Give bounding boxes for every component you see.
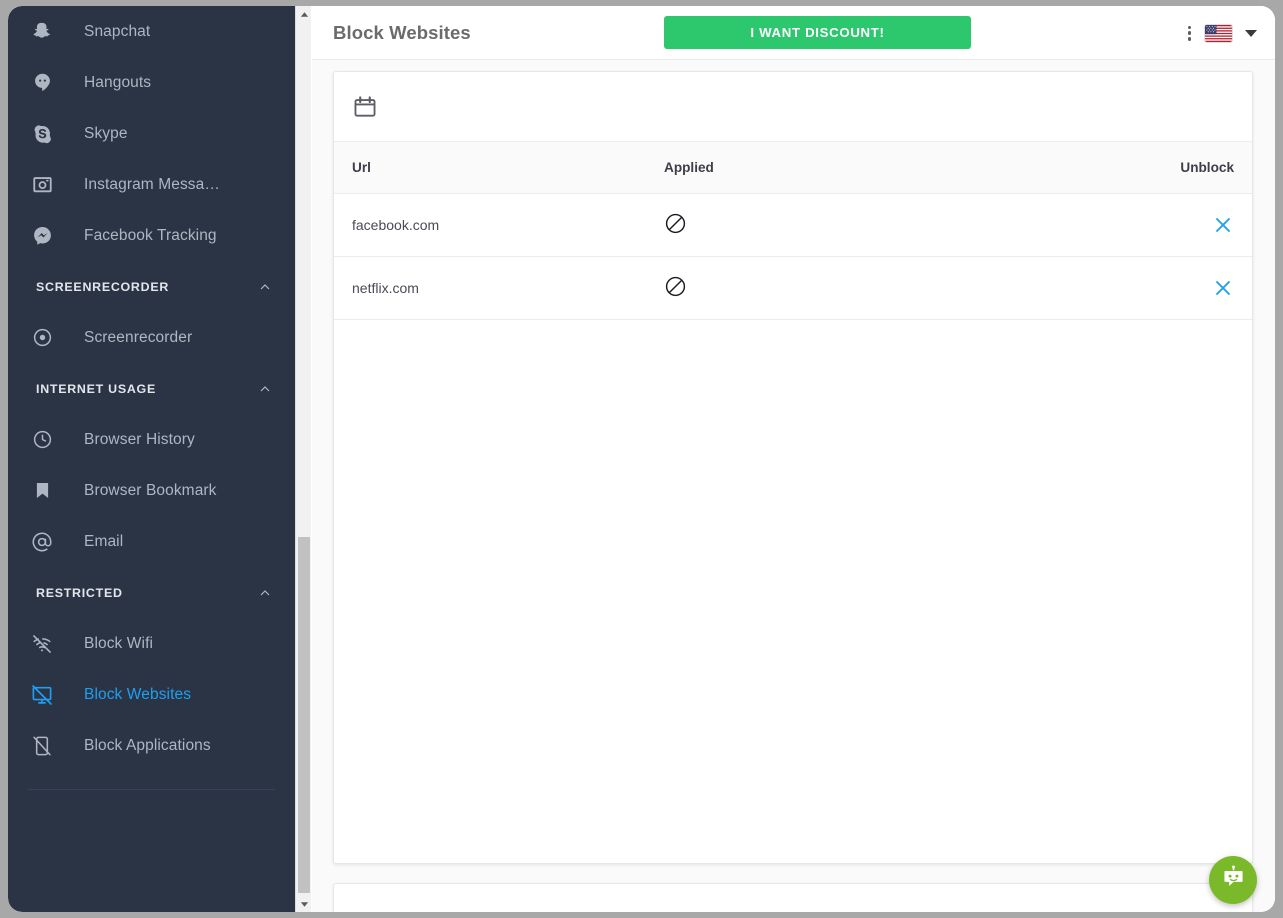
record-dot-icon [25, 321, 59, 355]
sidebar-item-label: Skype [84, 124, 128, 142]
section-label: RESTRICTED [36, 585, 123, 600]
sidebar-item-label: Browser Bookmark [84, 481, 217, 499]
sidebar-item-label: Block Websites [84, 685, 192, 703]
wifi-off-icon [25, 627, 59, 661]
hangouts-icon [25, 66, 59, 100]
at-sign-icon [25, 525, 59, 559]
topbar-right-controls [1187, 6, 1257, 60]
scrollbar-thumb[interactable] [298, 537, 310, 893]
clock-icon [25, 423, 59, 457]
close-x-icon[interactable] [1212, 214, 1234, 236]
cell-unblock [1044, 256, 1252, 320]
sidebar-item-snapchat[interactable]: Snapchat [8, 6, 295, 57]
sidebar-item-label: Screenrecorder [84, 328, 193, 346]
sidebar-item-label: Facebook Tracking [84, 226, 217, 244]
monitor-off-icon [25, 678, 59, 712]
discount-button[interactable]: I WANT DISCOUNT! [664, 16, 971, 49]
cell-url: facebook.com [334, 193, 664, 257]
us-flag-icon[interactable] [1205, 24, 1232, 42]
bookmark-icon [25, 474, 59, 508]
scroll-up-arrow-icon[interactable] [296, 6, 312, 22]
skype-icon [25, 117, 59, 151]
close-x-icon[interactable] [1212, 277, 1234, 299]
messenger-icon [25, 219, 59, 253]
sidebar-item-label: Email [84, 532, 124, 550]
sidebar-item-label: Snapchat [84, 22, 151, 40]
sidebar-item-label: Block Wifi [84, 634, 154, 652]
table-body: facebook.com netflix.com [334, 193, 1252, 320]
table-row[interactable]: netflix.com [334, 256, 1252, 320]
column-header-unblock[interactable]: Unblock [1044, 141, 1252, 194]
sidebar-item-label: Instagram Messa… [84, 175, 220, 193]
sidebar-item-skype[interactable]: Skype [8, 108, 295, 159]
window-inner: Snapchat Hangouts Skype Instagram Messa…… [8, 6, 1275, 912]
sidebar-divider [28, 789, 275, 790]
blocked-urls-table: Url Applied Unblock facebook.com netflix… [334, 141, 1252, 320]
page-title: Block Websites [333, 21, 471, 43]
sidebar-item-instagram-messages[interactable]: Instagram Messa… [8, 159, 295, 210]
sidebar: Snapchat Hangouts Skype Instagram Messa…… [8, 6, 295, 912]
sidebar-item-hangouts[interactable]: Hangouts [8, 57, 295, 108]
sidebar-item-email[interactable]: Email [8, 516, 295, 567]
sidebar-section-internet-usage[interactable]: INTERNET USAGE [8, 363, 295, 414]
sidebar-item-label: Browser History [84, 430, 195, 448]
block-circle-icon [664, 275, 687, 298]
sidebar-item-label: Block Applications [84, 736, 211, 754]
sidebar-item-browser-bookmark[interactable]: Browser Bookmark [8, 465, 295, 516]
cell-applied [664, 256, 1044, 320]
block-websites-card: Url Applied Unblock facebook.com netflix… [333, 71, 1253, 864]
scroll-down-arrow-icon[interactable] [296, 896, 312, 912]
chatbot-button[interactable] [1209, 856, 1257, 904]
sidebar-item-browser-history[interactable]: Browser History [8, 414, 295, 465]
more-vertical-icon[interactable] [1187, 23, 1192, 44]
calendar-icon[interactable] [352, 94, 378, 120]
snapchat-icon [25, 15, 59, 49]
sidebar-item-facebook-tracking[interactable]: Facebook Tracking [8, 210, 295, 261]
sidebar-section-screenrecorder[interactable]: SCREENRECORDER [8, 261, 295, 312]
smartphone-off-icon [25, 729, 59, 763]
block-circle-icon [664, 212, 687, 235]
cell-url: netflix.com [334, 256, 664, 320]
sidebar-item-block-wifi[interactable]: Block Wifi [8, 618, 295, 669]
column-header-url[interactable]: Url [334, 141, 664, 194]
sidebar-section-restricted[interactable]: RESTRICTED [8, 567, 295, 618]
table-header: Url Applied Unblock [334, 141, 1252, 194]
column-header-applied[interactable]: Applied [664, 141, 1044, 194]
table-header-row: Url Applied Unblock [334, 141, 1252, 194]
instagram-icon [25, 168, 59, 202]
toolbar-row [334, 72, 1252, 141]
table-row[interactable]: facebook.com [334, 193, 1252, 257]
topbar: Block Websites I WANT DISCOUNT! [312, 6, 1275, 60]
sidebar-item-block-websites[interactable]: Block Websites [8, 669, 295, 720]
section-label: INTERNET USAGE [36, 381, 156, 396]
chevron-down-icon[interactable] [1245, 29, 1257, 37]
cell-applied [664, 193, 1044, 257]
sidebar-item-label: Hangouts [84, 73, 152, 91]
sidebar-item-screenrecorder[interactable]: Screenrecorder [8, 312, 295, 363]
chatbot-icon [1220, 864, 1247, 896]
chevron-up-icon [257, 279, 273, 295]
section-label: SCREENRECORDER [36, 279, 170, 294]
secondary-card [333, 883, 1253, 912]
app-window: Snapchat Hangouts Skype Instagram Messa…… [0, 0, 1283, 918]
main-area: Block Websites I WANT DISCOUNT! Url Appl… [312, 6, 1275, 912]
cell-unblock [1044, 193, 1252, 257]
sidebar-item-block-applications[interactable]: Block Applications [8, 720, 295, 771]
chevron-up-icon [257, 381, 273, 397]
sidebar-scrollbar[interactable] [295, 6, 311, 912]
chevron-up-icon [257, 585, 273, 601]
content-scroll-area: Url Applied Unblock facebook.com netflix… [312, 60, 1275, 912]
